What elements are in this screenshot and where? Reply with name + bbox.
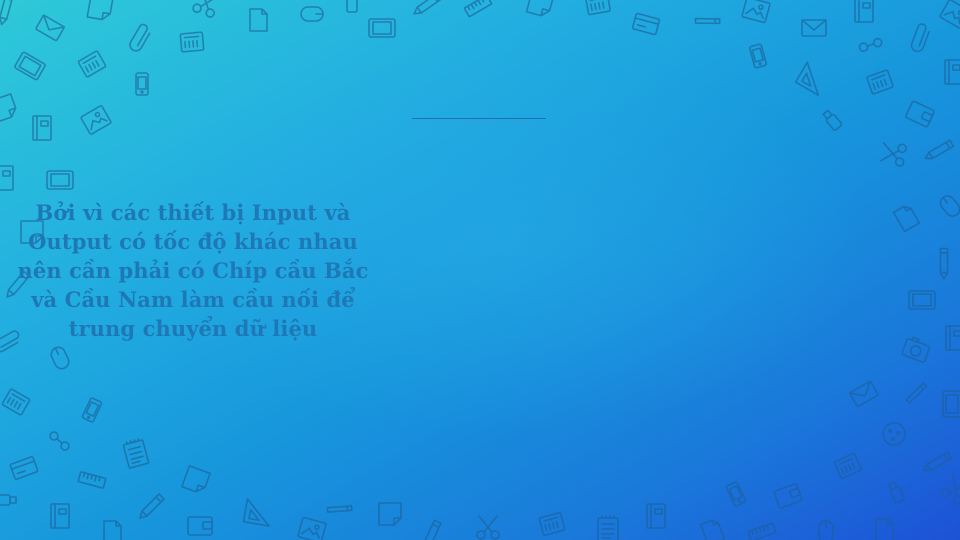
title-divider-line [412, 118, 546, 119]
slide-body-text: Bởi vì các thiết bị Input và Output có t… [17, 200, 369, 341]
slide-background: Bởi vì các thiết bị Input và Output có t… [0, 0, 960, 540]
